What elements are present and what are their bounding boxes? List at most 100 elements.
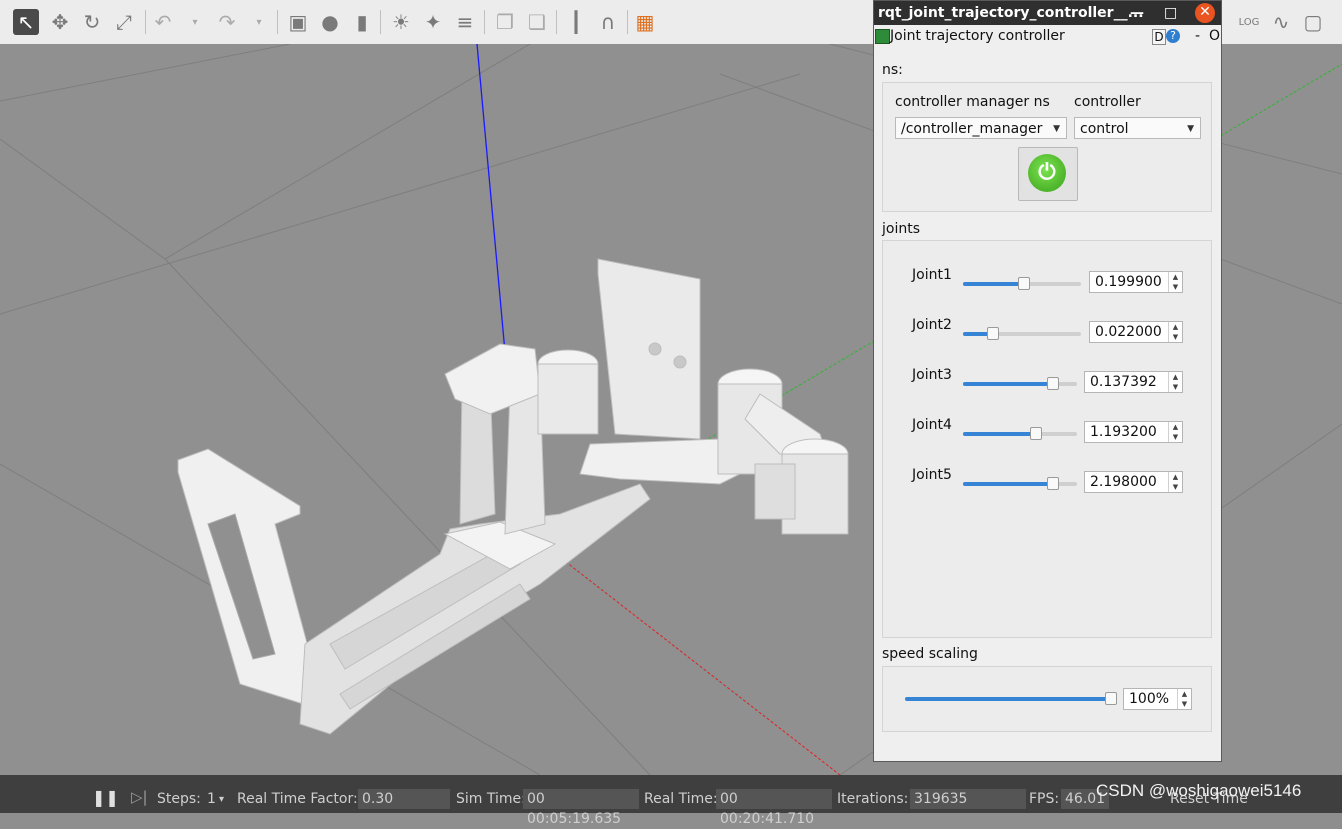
scale-icon[interactable]: ⤢ [111,9,137,35]
controller-manager-select[interactable]: /controller_manager ▼ [895,117,1067,139]
log-icon[interactable]: LOG [1236,9,1262,35]
toolbar-divider [627,10,628,34]
spin-arrows-icon[interactable]: ▲ ▼ [1168,372,1182,392]
debug-button[interactable]: D [1152,29,1166,45]
speed-scaling-group: 100% ▲ ▼ [882,666,1212,732]
controller-manager-label: controller manager ns [895,94,1050,110]
controller-manager-value: /controller_manager [901,121,1043,137]
redo-dropdown-icon[interactable]: ▾ [246,9,272,35]
slider-fill [905,697,1111,701]
rtf-label: Real Time Factor: [237,791,358,807]
sim-time-value: 00 00:05:19.635 [523,789,639,827]
toolbar-divider [484,10,485,34]
controller-select[interactable]: control ▼ [1074,117,1201,139]
joints-label: joints [882,221,921,237]
joint-label: Joint4 [912,417,952,433]
rtf-value: 0.30 [358,789,450,809]
joint-value-spinbox[interactable]: 0.022000 ▲ ▼ [1089,321,1183,343]
rotate-icon[interactable]: ↻ [79,9,105,35]
spin-arrows-icon[interactable]: ▲ ▼ [1168,422,1182,442]
select-arrow-icon[interactable]: ↖ [13,9,39,35]
speed-scaling-label: speed scaling [882,646,978,662]
chevron-down-icon: ▼ [1187,124,1194,134]
iterations-value: 319635 [910,789,1026,809]
joint-value: 0.022000 [1095,324,1162,340]
copy-icon[interactable]: ❐ [492,9,518,35]
snap-icon[interactable]: ∩ [595,9,621,35]
plot-icon[interactable]: ∿ [1268,9,1294,35]
directional-light-icon[interactable]: ≡ [452,9,478,35]
joint-label: Joint3 [912,367,952,383]
joint-value-spinbox[interactable]: 1.193200 ▲ ▼ [1084,421,1183,443]
joint-label: Joint1 [912,267,952,283]
view-angle-icon[interactable]: ▦ [632,9,658,35]
chevron-down-icon: ▼ [1053,124,1060,134]
fps-label: FPS: [1029,791,1060,807]
screenshot-icon[interactable]: ▢ [1300,9,1326,35]
plugin-title: Joint trajectory controller [890,28,1065,44]
controller-value: control [1080,121,1129,137]
undo-dropdown-icon[interactable]: ▾ [182,9,208,35]
spin-arrows-icon[interactable]: ▲ ▼ [1168,322,1182,342]
minimize-plugin-button[interactable]: - [1195,25,1200,47]
toolbar-divider [277,10,278,34]
redo-icon[interactable]: ↷ [214,9,240,35]
paste-icon[interactable]: ❑ [524,9,550,35]
joint-slider[interactable] [963,325,1081,341]
joint-slider[interactable] [963,475,1077,491]
joint-value: 0.137392 [1090,374,1157,390]
cylinder-icon[interactable]: ▮ [349,9,375,35]
spin-arrows-icon[interactable]: ▲ ▼ [1168,272,1182,292]
joint-slider[interactable] [963,275,1081,291]
close-plugin-button[interactable]: O [1209,25,1220,47]
power-icon: ⏻ [1028,154,1066,192]
box-icon[interactable]: ▣ [285,9,311,35]
window-titlebar[interactable]: rqt_joint_trajectory_controller__... — □… [874,1,1221,25]
steps-dropdown-icon[interactable]: ▾ [219,794,224,805]
slider-fill [963,482,1053,486]
maximize-button[interactable]: □ [1164,1,1177,25]
point-light-icon[interactable]: ☀ [388,9,414,35]
slider-fill [963,382,1053,386]
joint-slider[interactable] [963,425,1077,441]
joint-value-spinbox[interactable]: 0.137392 ▲ ▼ [1084,371,1183,393]
steps-value[interactable]: 1 [207,791,216,807]
joint-value: 2.198000 [1090,474,1157,490]
minimize-button[interactable]: — [1130,1,1144,25]
slider-handle[interactable] [1047,377,1059,390]
plot-icon [875,29,890,44]
pause-button[interactable]: ❚❚ [92,788,119,807]
slider-handle[interactable] [1030,427,1042,440]
translate-icon[interactable]: ✥ [47,9,73,35]
sphere-icon[interactable]: ● [317,9,343,35]
speed-slider[interactable] [905,690,1117,706]
steps-label: Steps: [157,791,201,807]
step-button[interactable]: ▷| [131,788,148,806]
joint-value: 0.199900 [1095,274,1162,290]
ns-label: ns: [882,62,903,78]
joint-value-spinbox[interactable]: 2.198000 ▲ ▼ [1084,471,1183,493]
help-icon[interactable]: ? [1166,29,1180,43]
joint-value-spinbox[interactable]: 0.199900 ▲ ▼ [1089,271,1183,293]
joints-group: Joint1 0.199900 ▲ ▼ Joint2 0.022000 ▲ ▼ Joint3 0.… [882,240,1212,638]
plugin-header: Joint trajectory controller D ? - O [874,25,1221,47]
toolbar-divider [380,10,381,34]
spot-light-icon[interactable]: ✦ [420,9,446,35]
speed-spinbox[interactable]: 100% ▲ ▼ [1123,688,1192,710]
slider-handle[interactable] [1018,277,1030,290]
slider-handle[interactable] [1105,692,1117,705]
toolbar-divider [145,10,146,34]
undo-icon[interactable]: ↶ [150,9,176,35]
spin-arrows-icon[interactable]: ▲ ▼ [1177,689,1191,709]
close-button[interactable]: ✕ [1195,3,1215,23]
joint-label: Joint2 [912,317,952,333]
spin-arrows-icon[interactable]: ▲ ▼ [1168,472,1182,492]
real-time-value: 00 00:20:41.710 [716,789,832,827]
joint-slider[interactable] [963,375,1077,391]
align-icon[interactable]: ┃ [563,9,589,35]
watermark: CSDN @woshigaowei5146 [1096,781,1302,800]
slider-handle[interactable] [987,327,999,340]
slider-handle[interactable] [1047,477,1059,490]
power-toggle-button[interactable]: ⏻ [1018,147,1078,201]
controller-label: controller [1074,94,1141,110]
